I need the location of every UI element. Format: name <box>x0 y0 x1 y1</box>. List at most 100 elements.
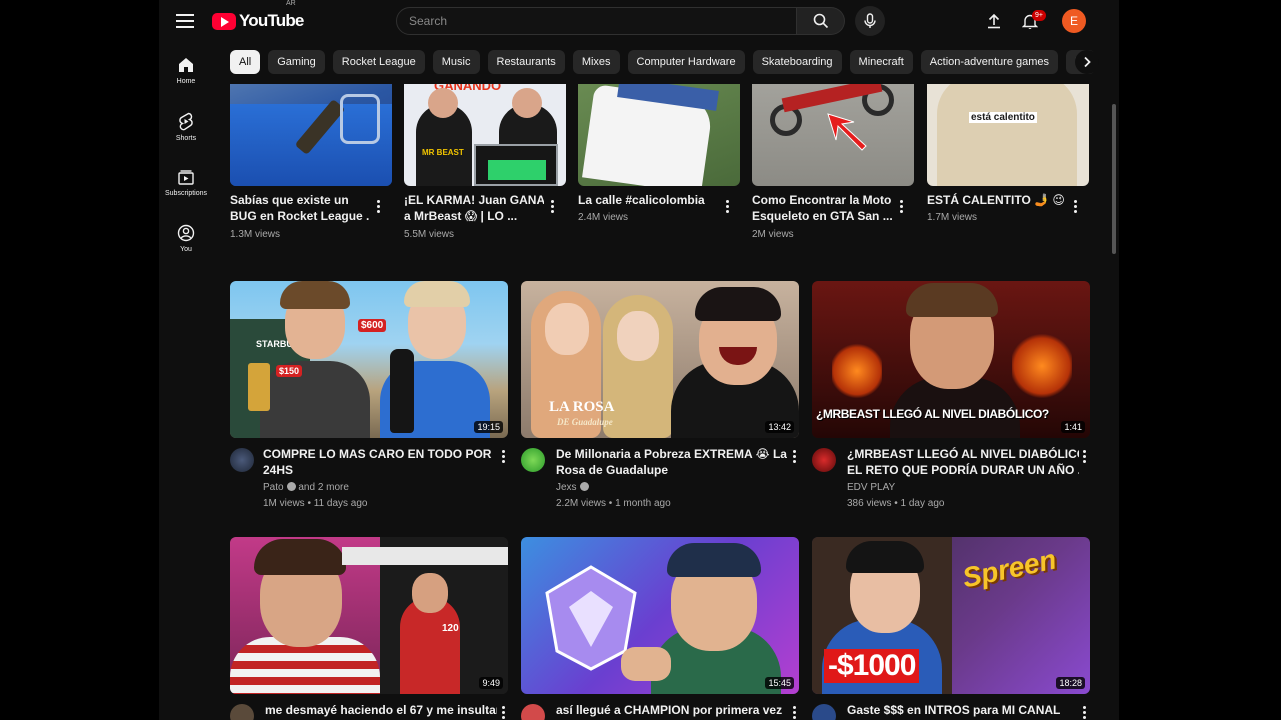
thumb-caption: LA ROSA <box>549 399 615 415</box>
video-duration: 13:42 <box>765 421 794 433</box>
chip-restaurants[interactable]: Restaurants <box>487 50 565 74</box>
country-code: AR <box>286 0 296 7</box>
notification-badge: 9+ <box>1032 10 1046 21</box>
page-scrollbar[interactable] <box>1112 104 1116 254</box>
short-thumbnail[interactable] <box>578 84 740 186</box>
youtube-logo[interactable]: YouTube <box>212 11 304 31</box>
video-title[interactable]: así llegué a CHAMPION por primera vez <box>556 702 788 718</box>
short-menu-button[interactable] <box>371 197 385 215</box>
channel-avatar[interactable] <box>812 704 836 720</box>
video-title[interactable]: me desmayé haciendo el 67 y me insultan <box>265 702 497 718</box>
account-avatar[interactable]: E <box>1062 9 1086 33</box>
short-menu-button[interactable] <box>720 197 734 215</box>
video-title[interactable]: COMPRE LO MAS CARO EN TODO POR <box>263 446 495 462</box>
video-menu-button[interactable] <box>787 703 801 720</box>
you-icon <box>177 224 195 242</box>
chip-mixes[interactable]: Mixes <box>572 50 620 74</box>
video-thumbnail[interactable]: LA ROSA DE Guadalupe 13:42 <box>521 281 799 438</box>
channel-avatar[interactable] <box>521 448 545 472</box>
video-title[interactable]: Rosa de Guadalupe <box>556 462 788 478</box>
channel-extra: and 2 more <box>298 482 349 493</box>
menu-icon[interactable] <box>176 12 194 30</box>
search-icon <box>813 13 828 29</box>
video-duration: 15:45 <box>765 677 794 689</box>
chip-skateboarding[interactable]: Skateboarding <box>752 50 842 74</box>
short-views: 1.3M views <box>230 229 281 240</box>
short-menu-button[interactable] <box>1068 197 1082 215</box>
short-title[interactable]: BUG en Rocket League ... <box>230 208 370 224</box>
sidebar-label-subscriptions: Subscriptions <box>164 190 208 197</box>
sidebar-item-subscriptions[interactable]: Subscriptions <box>159 154 213 210</box>
short-thumbnail[interactable] <box>752 84 914 186</box>
channel-avatar[interactable] <box>230 704 254 720</box>
search-button[interactable] <box>797 7 845 35</box>
video-thumbnail[interactable]: 120 9:49 <box>230 537 508 694</box>
youtube-app: YouTube AR 9+ E Home Shorts <box>159 0 1119 720</box>
video-thumbnail[interactable]: ¿MRBEAST LLEGÓ AL NIVEL DIABÓLICO? 1:41 <box>812 281 1090 438</box>
short-title[interactable]: Como Encontrar la Moto <box>752 192 892 208</box>
video-menu-button[interactable] <box>787 447 801 465</box>
channel-name[interactable]: EDV PLAY <box>847 481 895 495</box>
short-views: 2.4M views <box>578 212 629 223</box>
rich-grid: GANANDO MR BEAST está calentito Sabías q… <box>230 84 1100 720</box>
chip-music[interactable]: Music <box>432 50 480 74</box>
channel-name[interactable]: Pato and 2 more <box>263 481 349 495</box>
video-thumbnail[interactable]: 15:45 <box>521 537 799 694</box>
sidebar-item-home[interactable]: Home <box>159 42 213 98</box>
sidebar-label-you: You <box>180 246 192 253</box>
short-thumbnail[interactable] <box>230 84 392 186</box>
short-title[interactable]: La calle #calicolombia <box>578 192 718 208</box>
video-duration: 9:49 <box>479 677 503 689</box>
video-thumbnail[interactable]: STARBUC $600 $150 19:15 <box>230 281 508 438</box>
thumb-price-tag-2: $150 <box>276 365 303 377</box>
video-menu-button[interactable] <box>496 447 510 465</box>
chip-computer-hardware[interactable]: Computer Hardware <box>627 50 745 74</box>
channel-avatar[interactable] <box>230 448 254 472</box>
chip-action-adventure-games[interactable]: Action-adventure games <box>920 50 1059 74</box>
video-title[interactable]: De Millonaria a Pobreza EXTREMA 😭 La <box>556 446 788 462</box>
channel-avatar[interactable] <box>521 704 545 720</box>
short-title[interactable]: a MrBeast 😱 | LO ... <box>404 208 544 224</box>
microphone-icon <box>864 13 876 28</box>
video-menu-button[interactable] <box>1077 703 1091 720</box>
video-title[interactable]: EL RETO QUE PODRÍA DURAR UN AÑO ... <box>847 462 1079 478</box>
video-title[interactable]: ¿MRBEAST LLEGÓ AL NIVEL DIABÓLICO? <box>847 446 1079 462</box>
video-menu-button[interactable] <box>1077 447 1091 465</box>
video-title[interactable]: 24HS <box>263 462 495 478</box>
logo-text: YouTube <box>239 11 304 30</box>
upload-icon <box>988 13 1000 29</box>
video-duration: 19:15 <box>474 421 503 433</box>
home-icon <box>179 58 193 72</box>
video-duration: 1:41 <box>1061 421 1085 433</box>
chips-next-button[interactable] <box>1075 50 1099 74</box>
verified-icon <box>286 481 296 491</box>
short-title[interactable]: Esqueleto en GTA San ... <box>752 208 892 224</box>
short-menu-button[interactable] <box>894 197 908 215</box>
chip-minecraft[interactable]: Minecraft <box>849 50 913 74</box>
create-button[interactable] <box>983 10 1005 32</box>
search-input[interactable] <box>397 8 796 34</box>
sidebar-item-shorts[interactable]: Shorts <box>159 98 213 154</box>
filter-chip-bar: All Gaming Rocket League Music Restauran… <box>230 50 1100 75</box>
mini-guide: Home Shorts Subscriptions You <box>159 42 213 266</box>
short-title[interactable]: Sabías que existe un <box>230 192 370 208</box>
chip-rocket-league[interactable]: Rocket League <box>332 50 425 74</box>
short-menu-button[interactable] <box>545 197 559 215</box>
chip-all[interactable]: All <box>230 50 261 74</box>
short-views: 5.5M views <box>404 229 455 240</box>
video-thumbnail[interactable]: Spreen -$1000 18:28 <box>812 537 1090 694</box>
short-title[interactable]: ¡EL KARMA! Juan GANA <box>404 192 544 208</box>
channel-avatar[interactable] <box>812 448 836 472</box>
masthead: YouTube AR 9+ E <box>159 0 1119 42</box>
short-thumbnail[interactable]: GANANDO MR BEAST <box>404 84 566 186</box>
sidebar-item-you[interactable]: You <box>159 210 213 266</box>
short-title[interactable]: ESTÁ CALENTITO 🤳 😉 <box>927 192 1067 208</box>
video-title[interactable]: Gaste $$$ en INTROS para MI CANAL <box>847 702 1079 718</box>
chip-gaming[interactable]: Gaming <box>268 50 325 74</box>
channel-name[interactable]: Jexs <box>556 481 589 495</box>
short-thumbnail[interactable]: está calentito <box>927 84 1089 186</box>
short-thumb-caption-2: MR BEAST <box>422 148 464 157</box>
video-menu-button[interactable] <box>496 703 510 720</box>
thumb-caption: ¿MRBEAST LLEGÓ AL NIVEL DIABÓLICO? <box>816 407 1049 421</box>
voice-search-button[interactable] <box>855 6 885 36</box>
